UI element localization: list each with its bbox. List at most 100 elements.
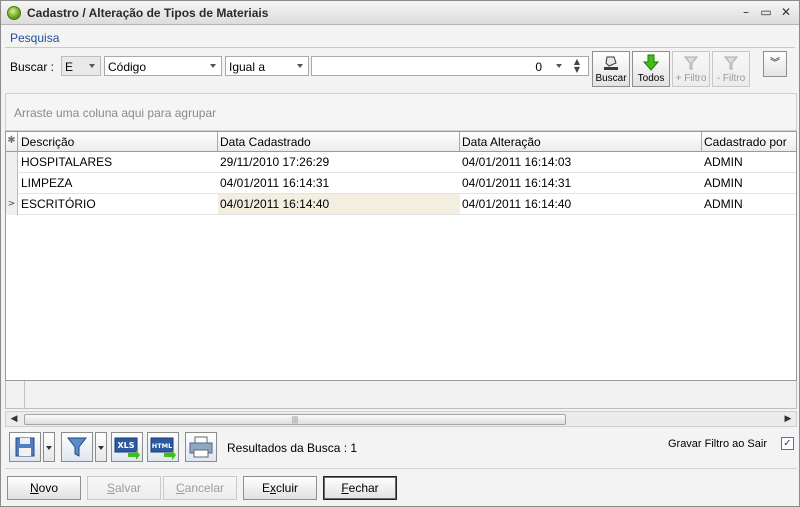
window-title: Cadastro / Alteração de Tipos de Materia…: [27, 6, 269, 20]
cancelar-accelerator: C: [175, 481, 185, 495]
row-indicator[interactable]: [6, 173, 18, 194]
cancelar-label-rest: ancelar: [184, 481, 225, 495]
minimize-icon[interactable]: –: [739, 5, 753, 19]
cell-cadastrado-por: ADMIN: [704, 197, 743, 211]
main-window: Cadastro / Alteração de Tipos de Materia…: [0, 0, 800, 507]
logic-operator-select[interactable]: E: [61, 56, 101, 76]
remove-filter-button[interactable]: - Filtro: [712, 51, 750, 87]
column-header-descricao[interactable]: Descrição: [19, 132, 218, 152]
cell-data-cadastrado-focused: 04/01/2011 16:14:40: [218, 194, 460, 214]
novo-accelerator: N: [29, 481, 39, 495]
chevron-down-icon: [210, 64, 216, 68]
search-bar: Buscar : E Código Igual a 0 ▲ ▼ Buscar T…: [5, 49, 757, 89]
grid-header: ✱ Descrição Data Cadastrado Data Alteraç…: [6, 131, 796, 152]
row-indicator[interactable]: [6, 152, 18, 173]
table-row-focused[interactable]: > ESCRITÓRIO 04/01/2011 16:14:40 04/01/2…: [6, 194, 796, 215]
fechar-label-rest: echar: [348, 481, 379, 495]
novo-button[interactable]: Novo: [7, 476, 81, 500]
svg-text:HTML: HTML: [152, 442, 172, 450]
excluir-label-prefix: E: [261, 481, 270, 495]
column-header-data-alteracao[interactable]: Data Alteração: [460, 132, 702, 152]
save-layout-button[interactable]: [9, 432, 41, 462]
table-row[interactable]: LIMPEZA 04/01/2011 16:14:31 04/01/2011 1…: [6, 173, 796, 194]
remove-filter-label: - Filtro: [716, 73, 746, 84]
fechar-accelerator: F: [341, 481, 349, 495]
excluir-button[interactable]: Excluir: [243, 476, 317, 500]
cancelar-button[interactable]: Cancelar: [163, 476, 237, 500]
eraser-search-icon: [604, 56, 618, 70]
salvar-button[interactable]: Salvar: [87, 476, 161, 500]
spin-updown-icon[interactable]: ▲ ▼: [572, 58, 582, 74]
chevron-down-icon[interactable]: [556, 64, 562, 68]
add-filter-button[interactable]: + Filtro: [672, 51, 710, 87]
group-by-hint: Arraste uma coluna aqui para agrupar: [14, 106, 217, 120]
xls-export-icon: XLS: [114, 437, 140, 460]
column-header-data-cadastrado[interactable]: Data Cadastrado: [218, 132, 460, 152]
comparison-select[interactable]: Igual a: [225, 56, 309, 76]
buscar-label: Buscar: [595, 73, 627, 84]
cell-descricao: HOSPITALARES: [21, 155, 113, 169]
todos-button[interactable]: Todos: [632, 51, 670, 87]
cell-data-alteracao: 04/01/2011 16:14:03: [462, 155, 572, 169]
save-filter-checkbox[interactable]: ✓: [781, 437, 794, 450]
printer-icon: [189, 436, 213, 458]
cell-data-cadastrado: 29/11/2010 17:26:29: [220, 155, 330, 169]
excluir-label-rest: cluir: [276, 481, 299, 495]
filter-dropdown[interactable]: [95, 432, 107, 462]
chevron-down-icon: [89, 64, 95, 68]
search-label: Buscar :: [10, 60, 55, 74]
footer-divider: [24, 381, 25, 408]
search-result-count: Resultados da Busca : 1: [227, 441, 358, 455]
cell-descricao: LIMPEZA: [21, 176, 73, 190]
add-filter-label: + Filtro: [675, 73, 707, 84]
window-controls: – ▭ ✕: [739, 5, 793, 19]
field-select-value: Código: [108, 60, 147, 74]
buscar-button[interactable]: Buscar: [592, 51, 630, 87]
maximize-icon[interactable]: ▭: [759, 5, 773, 19]
title-bar[interactable]: Cadastro / Alteração de Tipos de Materia…: [1, 1, 799, 25]
table-row[interactable]: HOSPITALARES 29/11/2010 17:26:29 04/01/2…: [6, 152, 796, 173]
print-button[interactable]: [185, 432, 217, 462]
novo-label-rest: ovo: [38, 481, 59, 495]
search-section-label[interactable]: Pesquisa: [10, 31, 59, 45]
save-layout-dropdown[interactable]: [43, 432, 55, 462]
group-by-panel[interactable]: Arraste uma coluna aqui para agrupar: [5, 93, 797, 131]
row-focus-indicator-icon[interactable]: >: [6, 194, 18, 215]
data-grid[interactable]: ✱ Descrição Data Cadastrado Data Alteraç…: [5, 131, 797, 381]
search-value-input[interactable]: 0 ▲ ▼: [311, 56, 589, 76]
chevron-down-icon: [297, 64, 303, 68]
cell-cadastrado-por: ADMIN: [704, 155, 743, 169]
grid-footer: [5, 381, 797, 409]
scroll-thumb[interactable]: |||: [24, 414, 566, 425]
filter-remove-icon: [723, 56, 739, 70]
field-select[interactable]: Código: [104, 56, 222, 76]
filter-funnel-icon: [66, 437, 88, 457]
cell-descricao: ESCRITÓRIO: [21, 197, 96, 211]
svg-text:XLS: XLS: [117, 441, 134, 450]
close-icon[interactable]: ✕: [779, 5, 793, 19]
scroll-right-icon[interactable]: ▶: [781, 413, 795, 425]
fechar-button[interactable]: Fechar: [323, 476, 397, 500]
app-leaf-icon: [7, 6, 21, 20]
search-value: 0: [535, 60, 542, 74]
export-html-button[interactable]: HTML: [147, 432, 179, 462]
footer-divider-line: [5, 468, 797, 469]
cell-data-cadastrado: 04/01/2011 16:14:31: [220, 176, 330, 190]
html-export-icon: HTML: [150, 437, 176, 460]
horizontal-scrollbar[interactable]: ◀ ||| ▶: [5, 411, 797, 427]
scroll-left-icon[interactable]: ◀: [7, 413, 21, 425]
export-xls-button[interactable]: XLS: [111, 432, 143, 462]
save-filter-label: Gravar Filtro ao Sair: [667, 438, 767, 450]
green-down-arrow-icon: [642, 54, 660, 71]
logic-operator-value: E: [65, 60, 74, 74]
header-indicator[interactable]: ✱: [6, 132, 18, 152]
collapse-panel-button[interactable]: ︾: [763, 51, 787, 77]
action-bar: XLS HTML Resultados da Busca : 1 Gravar …: [5, 430, 797, 464]
double-chevron-down-icon: ︾: [770, 58, 780, 69]
filter-add-icon: [683, 56, 699, 70]
cell-data-alteracao: 04/01/2011 16:14:31: [462, 176, 572, 190]
column-header-cadastrado-por[interactable]: Cadastrado por: [702, 132, 796, 152]
filter-button[interactable]: [61, 432, 93, 462]
section-divider: [5, 47, 795, 48]
salvar-label-rest: alvar: [115, 481, 142, 495]
